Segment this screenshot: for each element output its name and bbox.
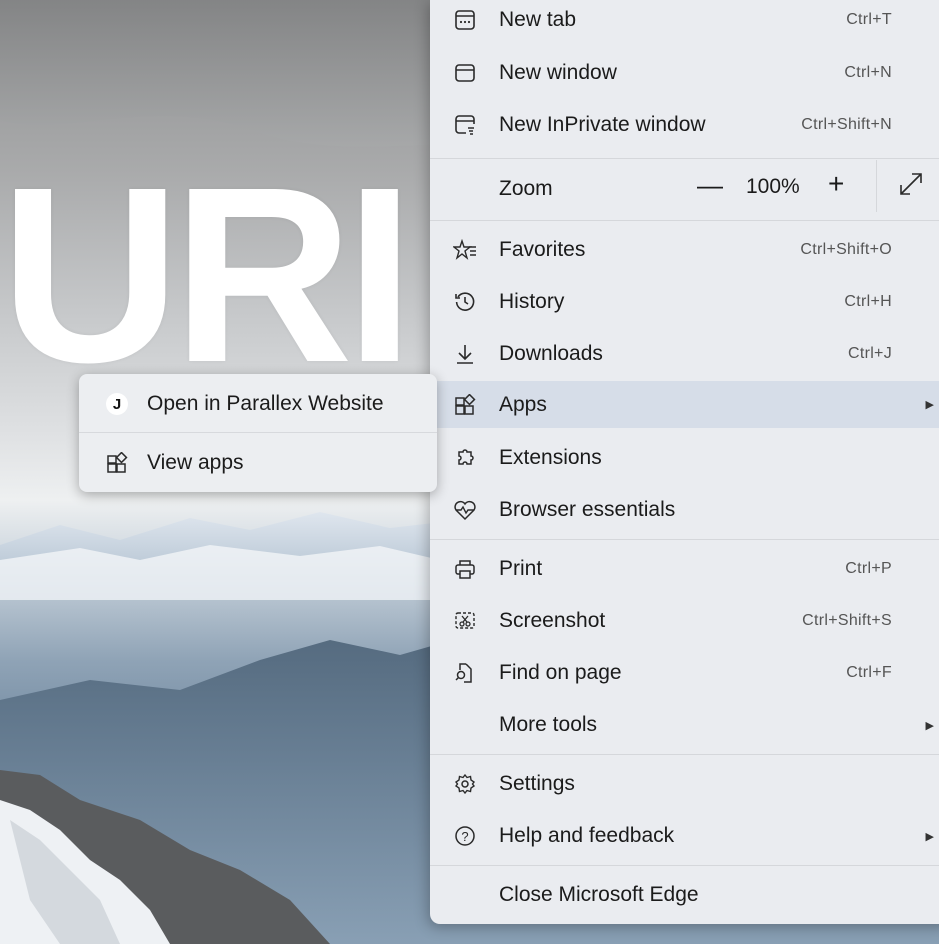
- shortcut-label: Ctrl+T: [846, 11, 892, 28]
- zoom-in-button[interactable]: +: [828, 168, 844, 200]
- shortcut-label: Ctrl+Shift+S: [802, 612, 892, 629]
- submenu-item-view-apps[interactable]: View apps: [79, 435, 437, 491]
- menu-item-label: Print: [499, 557, 543, 580]
- hero-text: URI: [0, 135, 415, 414]
- menu-item-browser-essentials[interactable]: Browser essentials: [430, 484, 939, 536]
- screenshot-icon: [452, 608, 478, 634]
- help-icon: ?: [452, 823, 478, 849]
- print-icon: [452, 556, 478, 582]
- menu-item-label: Apps: [499, 392, 547, 416]
- menu-divider: [430, 754, 939, 755]
- new-tab-icon: [452, 7, 478, 33]
- menu-item-label: More tools: [499, 713, 598, 736]
- menu-item-new-window[interactable]: New window Ctrl+N: [430, 47, 939, 99]
- menu-item-new-tab[interactable]: New tab Ctrl+T: [430, 0, 939, 40]
- zoom-out-button[interactable]: —: [697, 170, 723, 201]
- browser-essentials-icon: [452, 497, 478, 523]
- zoom-label: Zoom: [499, 177, 553, 200]
- menu-item-label: New tab: [499, 8, 577, 31]
- zoom-row: Zoom: [430, 158, 939, 220]
- find-icon: [452, 660, 478, 686]
- menu-item-label: Extensions: [499, 446, 602, 469]
- shortcut-label: Ctrl+Shift+N: [801, 116, 892, 133]
- submenu-arrow-icon: ▶: [925, 399, 934, 411]
- shortcut-label: Ctrl+F: [846, 664, 892, 681]
- menu-item-label: Close Microsoft Edge: [499, 883, 699, 906]
- menu-item-favorites[interactable]: Favorites Ctrl+Shift+O: [430, 224, 939, 276]
- menu-item-more-tools[interactable]: More tools ▶: [430, 699, 939, 751]
- menu-item-downloads[interactable]: Downloads Ctrl+J: [430, 328, 939, 380]
- menu-item-screenshot[interactable]: Screenshot Ctrl+Shift+S: [430, 595, 939, 647]
- menu-item-help-and-feedback[interactable]: ? Help and feedback ▶: [430, 810, 939, 862]
- menu-item-label: Favorites: [499, 238, 586, 261]
- site-badge-icon: J: [106, 393, 128, 415]
- favorites-icon: [452, 237, 478, 263]
- submenu-item-label: View apps: [147, 451, 244, 474]
- shortcut-label: Ctrl+N: [844, 64, 892, 81]
- fullscreen-icon[interactable]: [897, 170, 925, 198]
- shortcut-label: Ctrl+H: [844, 293, 892, 310]
- menu-item-history[interactable]: History Ctrl+H: [430, 276, 939, 328]
- menu-item-label: New InPrivate window: [499, 113, 706, 136]
- view-apps-icon: [104, 450, 130, 476]
- inprivate-icon: [452, 112, 478, 138]
- shortcut-label: Ctrl+P: [845, 560, 892, 577]
- submenu-arrow-icon: ▶: [925, 830, 934, 843]
- submenu-item-open-in-parallex-website[interactable]: J Open in Parallex Website: [79, 376, 437, 432]
- extensions-icon: [452, 445, 478, 471]
- submenu-divider: [79, 432, 437, 433]
- zoom-divider: [876, 160, 877, 212]
- zoom-level: 100%: [746, 175, 800, 198]
- menu-item-label: Downloads: [499, 342, 603, 365]
- shortcut-label: Ctrl+J: [847, 345, 892, 362]
- browser-settings-menu: New tab Ctrl+T New window Ctrl+N New InP…: [430, 0, 939, 924]
- downloads-icon: [452, 341, 478, 367]
- menu-item-extensions[interactable]: Extensions: [430, 432, 939, 484]
- submenu-arrow-icon: ▶: [925, 719, 934, 732]
- menu-item-find-on-page[interactable]: Find on page Ctrl+F: [430, 647, 939, 699]
- menu-item-settings[interactable]: Settings: [430, 758, 939, 810]
- menu-item-print[interactable]: Print Ctrl+P: [430, 543, 939, 595]
- svg-text:?: ?: [461, 829, 468, 844]
- apps-submenu: J Open in Parallex Website View apps: [79, 374, 437, 492]
- menu-item-label: Help and feedback: [499, 824, 675, 847]
- menu-item-label: Screenshot: [499, 609, 606, 632]
- submenu-item-label: Open in Parallex Website: [147, 392, 384, 415]
- menu-item-label: Settings: [499, 772, 575, 795]
- menu-item-label: Find on page: [499, 661, 622, 684]
- new-window-icon: [452, 60, 478, 86]
- apps-icon: [452, 392, 478, 418]
- menu-item-apps[interactable]: Apps ▶: [430, 381, 939, 428]
- history-icon: [452, 289, 478, 315]
- menu-item-label: Browser essentials: [499, 498, 676, 521]
- settings-icon: [452, 771, 478, 797]
- menu-item-close-edge[interactable]: Close Microsoft Edge: [430, 869, 939, 921]
- menu-item-label: History: [499, 290, 565, 313]
- menu-item-label: New window: [499, 61, 617, 84]
- menu-item-new-inprivate-window[interactable]: New InPrivate window Ctrl+Shift+N: [430, 99, 939, 151]
- menu-divider: [430, 865, 939, 866]
- menu-divider: [430, 539, 939, 540]
- shortcut-label: Ctrl+Shift+O: [800, 241, 892, 258]
- menu-divider: [430, 220, 939, 221]
